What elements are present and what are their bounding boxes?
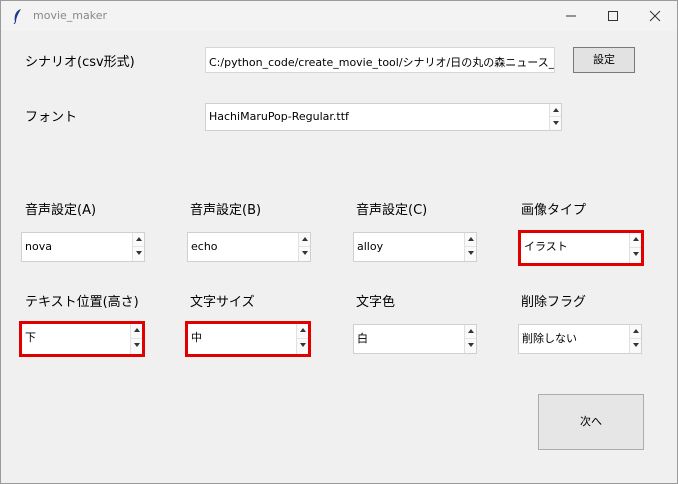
text-size-spinbox[interactable]: 中 (185, 321, 311, 357)
chevron-down-icon[interactable] (630, 248, 641, 263)
voice-a-label: 音声設定(A) (25, 203, 97, 218)
image-type-spinbox[interactable]: イラスト (518, 230, 644, 266)
text-color-spin-arrows (464, 325, 476, 353)
voice-c-label: 音声設定(C) (356, 203, 428, 218)
chevron-down-icon[interactable] (550, 117, 561, 130)
font-spin-arrows (549, 104, 561, 130)
text-position-spinbox[interactable]: 下 (19, 321, 145, 357)
chevron-down-icon[interactable] (133, 247, 144, 261)
set-button[interactable]: 設定 (573, 47, 635, 73)
text-color-spinbox[interactable]: 白 (353, 324, 477, 354)
text-position-label: テキスト位置(高さ) (25, 295, 139, 310)
voice-b-value[interactable]: echo (191, 233, 218, 261)
chevron-up-icon[interactable] (297, 324, 308, 339)
chevron-down-icon[interactable] (630, 339, 641, 353)
chevron-up-icon[interactable] (133, 233, 144, 247)
delete-flag-value[interactable]: 削除しない (522, 325, 577, 353)
voice-c-value[interactable]: alloy (357, 233, 383, 261)
text-size-spin-arrows (296, 324, 308, 354)
chevron-down-icon[interactable] (131, 339, 142, 354)
chevron-down-icon[interactable] (465, 339, 476, 353)
chevron-down-icon[interactable] (299, 247, 310, 261)
feather-icon (11, 8, 25, 25)
chevron-up-icon[interactable] (550, 104, 561, 117)
voice-a-value[interactable]: nova (25, 233, 52, 261)
voice-c-spin-arrows (464, 233, 476, 261)
image-type-label: 画像タイプ (521, 203, 587, 218)
voice-b-spinbox[interactable]: echo (187, 232, 311, 262)
maximize-button[interactable] (593, 1, 633, 31)
minimize-button[interactable] (551, 1, 591, 31)
chevron-up-icon[interactable] (131, 324, 142, 339)
next-button[interactable]: 次へ (538, 394, 644, 450)
chevron-up-icon[interactable] (630, 233, 641, 248)
font-value[interactable]: HachiMaruPop-Regular.ttf (209, 104, 349, 130)
scenario-label: シナリオ(csv形式) (25, 55, 135, 70)
font-label: フォント (25, 110, 78, 125)
voice-b-label: 音声設定(B) (190, 203, 262, 218)
maximize-icon (608, 11, 618, 21)
text-color-label: 文字色 (356, 295, 396, 310)
voice-a-spin-arrows (132, 233, 144, 261)
app-window: movie_maker シナリオ(csv形式) C:/python_code/c… (0, 0, 678, 484)
image-type-value[interactable]: イラスト (524, 233, 568, 261)
minimize-icon (566, 15, 576, 17)
voice-b-spin-arrows (298, 233, 310, 261)
window-title: movie_maker (33, 9, 108, 22)
text-size-label: 文字サイズ (190, 295, 255, 310)
chevron-up-icon[interactable] (299, 233, 310, 247)
delete-flag-spin-arrows (629, 325, 641, 353)
voice-c-spinbox[interactable]: alloy (353, 232, 477, 262)
image-type-spin-arrows (629, 233, 641, 263)
delete-flag-label: 削除フラグ (521, 295, 587, 310)
chevron-down-icon[interactable] (297, 339, 308, 354)
delete-flag-spinbox[interactable]: 削除しない (518, 324, 642, 354)
scenario-path-field[interactable]: C:/python_code/create_movie_tool/シナリオ/日の… (205, 47, 555, 73)
text-color-value[interactable]: 白 (357, 325, 368, 353)
voice-a-spinbox[interactable]: nova (21, 232, 145, 262)
close-button[interactable] (635, 1, 675, 31)
chevron-up-icon[interactable] (465, 233, 476, 247)
text-position-spin-arrows (130, 324, 142, 354)
title-bar: movie_maker (1, 1, 677, 31)
chevron-up-icon[interactable] (465, 325, 476, 339)
text-size-value[interactable]: 中 (191, 324, 202, 352)
text-position-value[interactable]: 下 (25, 324, 36, 352)
close-icon (649, 10, 661, 22)
chevron-down-icon[interactable] (465, 247, 476, 261)
font-spinbox[interactable]: HachiMaruPop-Regular.ttf (205, 103, 562, 131)
chevron-up-icon[interactable] (630, 325, 641, 339)
